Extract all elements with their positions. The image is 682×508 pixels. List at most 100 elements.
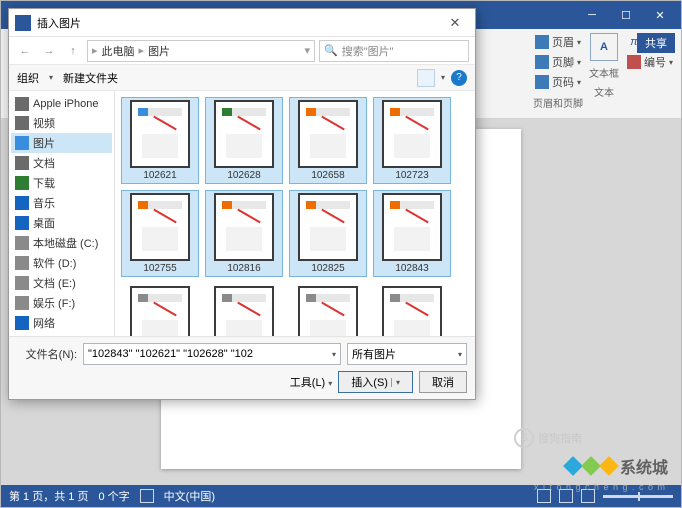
zoom-slider[interactable] <box>603 495 673 498</box>
brand-text: 系统城 <box>620 454 668 478</box>
tree-item-label: 音乐 <box>33 195 55 211</box>
thumbnail-image <box>382 100 442 168</box>
search-input[interactable]: 🔍 搜索"图片" <box>319 40 469 62</box>
thumbnail-item[interactable]: 102843 <box>373 190 451 277</box>
dialog-toolbar: 组织▾ 新建文件夹 ▾ ? <box>9 65 475 91</box>
folder-icon <box>15 276 29 290</box>
tree-item-label: 软件 (D:) <box>33 255 76 271</box>
folder-icon <box>15 196 29 210</box>
tree-item-label: 文档 (E:) <box>33 275 76 291</box>
status-words[interactable]: 0 个字 <box>98 488 129 504</box>
tree-item[interactable]: 网络 <box>11 313 112 333</box>
tree-item[interactable]: 桌面 <box>11 213 112 233</box>
thumbnail-label: 102723 <box>395 170 428 181</box>
tree-item[interactable]: 音乐 <box>11 193 112 213</box>
folder-icon <box>15 136 29 150</box>
thumbnail-item[interactable]: 102755 <box>121 190 199 277</box>
thumbnail-image <box>382 286 442 336</box>
thumbnail-item[interactable]: 102723 <box>373 97 451 184</box>
cancel-button[interactable]: 取消 <box>419 371 467 393</box>
help-button[interactable]: ? <box>451 70 467 86</box>
tree-item-label: 网络 <box>33 315 55 331</box>
thumbnail-image <box>382 193 442 261</box>
thumbnail-item[interactable]: 102621 <box>121 97 199 184</box>
thumbnail-item[interactable] <box>121 283 199 336</box>
folder-icon <box>15 176 29 190</box>
folder-icon <box>15 156 29 170</box>
folder-tree[interactable]: Apple iPhone 视频图片文档下载音乐桌面本地磁盘 (C:) 软件 (D:)… <box>9 91 115 336</box>
breadcrumb-item[interactable]: 此电脑 <box>102 43 135 59</box>
thumbnail-label: 102843 <box>395 263 428 274</box>
tree-item-label: 文档 <box>33 155 55 171</box>
dialog-title: 插入图片 <box>37 15 81 31</box>
tree-item[interactable]: 图片 <box>11 133 112 153</box>
textbox-label: 文本框 <box>589 65 619 80</box>
pageno-button[interactable]: 页码▾ <box>533 73 583 91</box>
brand-url: x i t o n g c h e n g . c o m <box>534 482 666 492</box>
thumbnail-label: 102621 <box>143 170 176 181</box>
dialog-close-button[interactable]: ✕ <box>441 15 469 31</box>
nav-up-button[interactable]: ↑ <box>63 41 83 61</box>
status-lang[interactable]: 中文(中国) <box>164 488 215 504</box>
folder-icon <box>15 216 29 230</box>
thumbnail-image <box>130 286 190 336</box>
header-button[interactable]: 页眉▾ <box>533 33 583 51</box>
tree-item[interactable]: 视频 <box>11 113 112 133</box>
breadcrumb-item[interactable]: 图片 <box>148 43 170 59</box>
status-page[interactable]: 第 1 页，共 1 页 <box>9 488 88 504</box>
maximize-button[interactable]: ☐ <box>609 4 643 26</box>
filename-label: 文件名(N): <box>17 346 77 362</box>
tree-item[interactable]: 文档 (E:) <box>11 273 112 293</box>
insert-picture-dialog: 插入图片 ✕ ← → ↑ ▸ 此电脑 ▸ 图片 ▾ 🔍 搜索"图片" 组织▾ 新… <box>8 8 476 400</box>
numbering-button[interactable]: 编号▾ <box>625 53 675 71</box>
logo-diamond-icon <box>599 456 619 476</box>
filename-input[interactable]: "102843" "102621" "102628" "102▾ <box>83 343 341 365</box>
footer-button[interactable]: 页脚▾ <box>533 53 583 71</box>
thumbnail-item[interactable]: 102816 <box>205 190 283 277</box>
tree-item[interactable]: Apple iPhone <box>11 95 112 113</box>
newfolder-button[interactable]: 新建文件夹 <box>63 70 118 86</box>
textbox-button[interactable]: A <box>590 33 618 61</box>
thumbnail-label: 102816 <box>227 263 260 274</box>
nav-back-button[interactable]: ← <box>15 41 35 61</box>
thumbnail-image <box>214 193 274 261</box>
thumbnail-item[interactable]: 102825 <box>289 190 367 277</box>
insert-button[interactable]: 插入(S)▾ <box>338 371 413 393</box>
nav-forward-button[interactable]: → <box>39 41 59 61</box>
tree-item[interactable]: 娱乐 (F:) <box>11 293 112 313</box>
view-options-button[interactable] <box>417 69 435 87</box>
tree-item-label: 图片 <box>33 135 55 151</box>
thumbnail-label: 102825 <box>311 263 344 274</box>
filetype-select[interactable]: 所有图片▾ <box>347 343 467 365</box>
tree-item[interactable]: 下载 <box>11 173 112 193</box>
tools-button[interactable]: 工具(L) ▾ <box>290 374 333 390</box>
dialog-footer: 文件名(N): "102843" "102621" "102628" "102▾… <box>9 336 475 399</box>
minimize-button[interactable]: ─ <box>575 4 609 26</box>
thumbnail-image <box>298 100 358 168</box>
dialog-nav: ← → ↑ ▸ 此电脑 ▸ 图片 ▾ 🔍 搜索"图片" <box>9 37 475 65</box>
thumbnail-image <box>214 100 274 168</box>
tree-item[interactable]: 软件 (D:) <box>11 253 112 273</box>
organize-button[interactable]: 组织 <box>17 70 39 86</box>
ribbon-group-label: 页眉和页脚 <box>533 95 583 110</box>
tree-item-label: 桌面 <box>33 215 55 231</box>
tree-item[interactable]: 本地磁盘 (C:) <box>11 233 112 253</box>
thumbnail-label: 102628 <box>227 170 260 181</box>
thumbnail-item[interactable] <box>289 283 367 336</box>
sogou-logo-icon: S <box>514 428 534 448</box>
tree-item[interactable]: 文档 <box>11 153 112 173</box>
thumbnail-grid[interactable]: 102621 102628 102658 102723 102755 102816 1028… <box>115 91 475 336</box>
thumbnail-image <box>130 100 190 168</box>
share-button[interactable]: 共享 <box>637 33 675 53</box>
breadcrumb[interactable]: ▸ 此电脑 ▸ 图片 ▾ <box>87 40 315 62</box>
tree-item-label: 娱乐 (F:) <box>33 295 75 311</box>
thumbnail-item[interactable]: 102658 <box>289 97 367 184</box>
tree-item-label: Apple iPhone <box>33 98 98 110</box>
thumbnail-item[interactable] <box>373 283 451 336</box>
thumbnail-label: 102658 <box>311 170 344 181</box>
thumbnail-item[interactable]: 102628 <box>205 97 283 184</box>
close-button[interactable]: ✕ <box>643 4 677 26</box>
ribbon-text-group: A 文本框 文本 <box>589 33 619 99</box>
proofing-icon[interactable] <box>140 489 154 503</box>
thumbnail-item[interactable] <box>205 283 283 336</box>
